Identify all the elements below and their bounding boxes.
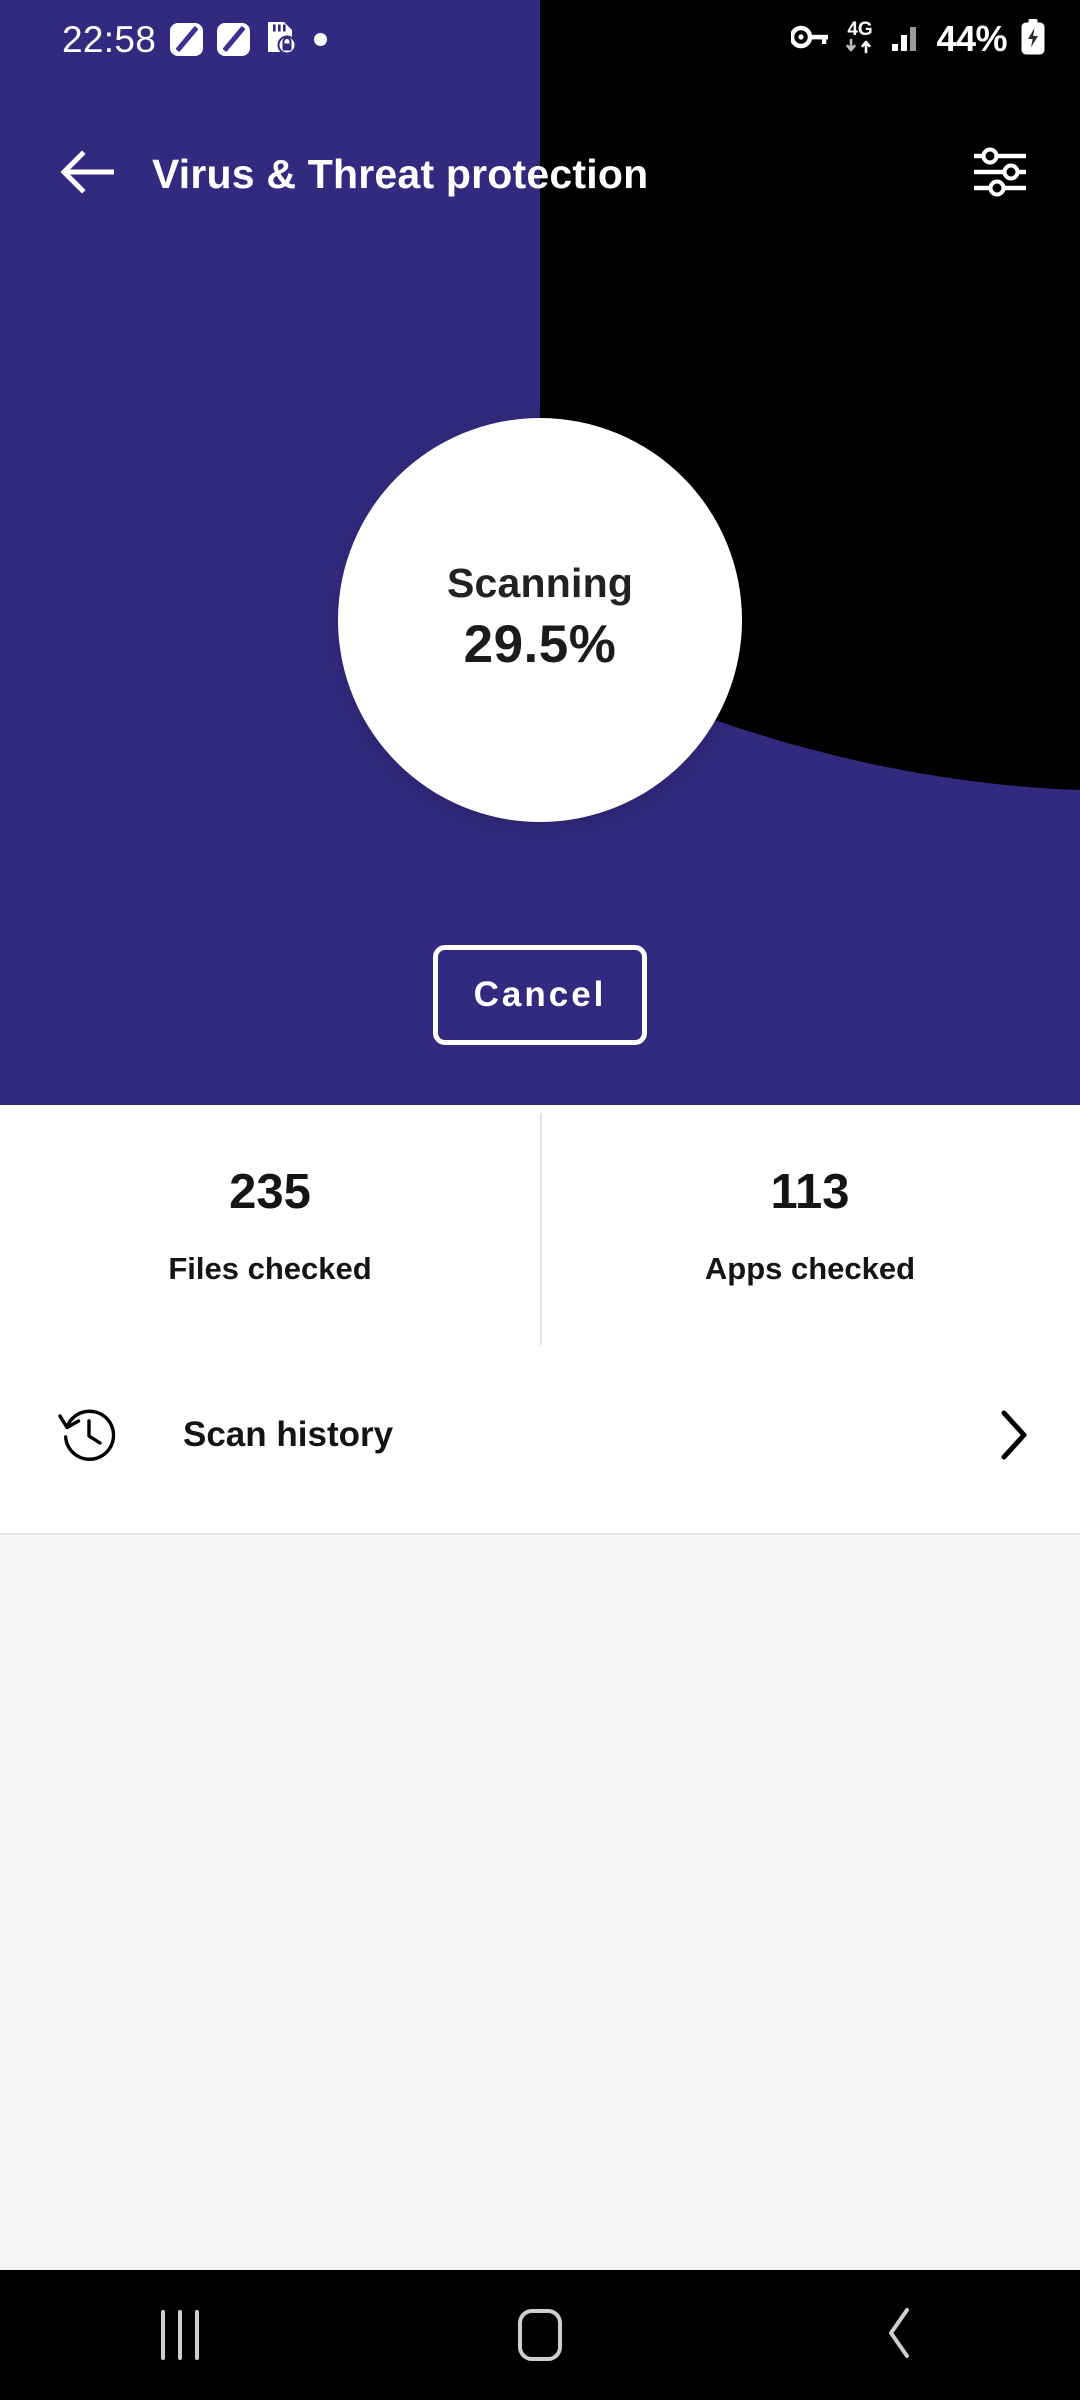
nav-recents-button[interactable] (90, 2270, 270, 2400)
nav-back-button[interactable] (810, 2270, 990, 2400)
stats-row: 235 Files checked 113 Apps checked (0, 1105, 1080, 1347)
back-button[interactable] (50, 137, 124, 211)
stat-label: Apps checked (704, 1251, 916, 1286)
history-clock-icon (56, 1402, 122, 1468)
battery-charging-icon (1020, 18, 1046, 60)
status-bar: 22:58 4G 44% (0, 0, 1080, 78)
stats-divider (540, 1113, 542, 1345)
nav-home-button[interactable] (450, 2270, 630, 2400)
pen-icon (217, 22, 251, 56)
stat-label: Files checked (168, 1251, 372, 1286)
battery-percent-label: 44% (936, 18, 1007, 59)
chevron-right-icon (990, 1410, 1036, 1460)
system-navigation-bar (0, 2270, 1080, 2400)
scan-status-label: Scanning (446, 560, 634, 607)
page-title: Virus & Threat protection (152, 150, 649, 197)
vpn-key-icon (790, 24, 829, 55)
content-empty-area (0, 1535, 1080, 2270)
scan-progress-percent: 29.5% (463, 615, 617, 675)
pen-icon (170, 22, 204, 56)
arrow-left-icon (60, 149, 115, 199)
mobile-data-4g-icon: 4G (842, 17, 878, 62)
phone-screen: 22:58 4G 44% Virus & Threat protection S… (0, 0, 1080, 2400)
status-bar-left: 22:58 (62, 18, 328, 60)
recents-icon (161, 2310, 199, 2360)
scan-stats-card: 235 Files checked 113 Apps checked Scan … (0, 1105, 1080, 1535)
scan-progress-circle: Scanning 29.5% (338, 418, 742, 822)
stat-value: 235 (229, 1165, 311, 1219)
home-icon (518, 2309, 562, 2361)
scan-history-row[interactable]: Scan history (0, 1347, 1080, 1523)
status-bar-right: 4G 44% (790, 17, 1046, 62)
app-bar: Virus & Threat protection (0, 120, 1080, 228)
cancel-button-container: Cancel (0, 945, 1080, 1045)
sliders-icon (970, 145, 1030, 204)
svg-text:4G: 4G (848, 19, 873, 40)
signal-bars-icon (891, 22, 923, 57)
stat-value: 113 (770, 1165, 850, 1219)
cancel-button[interactable]: Cancel (433, 945, 647, 1045)
stat-files-checked: 235 Files checked (0, 1105, 540, 1347)
scan-settings-button[interactable] (960, 134, 1040, 214)
clock-time: 22:58 (62, 18, 157, 60)
chevron-left-icon (882, 2306, 918, 2365)
dot-icon (314, 32, 328, 46)
sd-card-lock-icon (264, 20, 297, 59)
stat-apps-checked: 113 Apps checked (540, 1105, 1080, 1347)
scan-history-label: Scan history (183, 1415, 394, 1454)
